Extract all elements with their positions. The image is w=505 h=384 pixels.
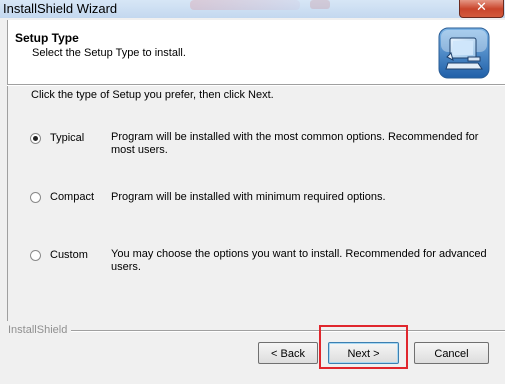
window-title: InstallShield Wizard [3,1,118,16]
option-description: Program will be installed with the most … [111,131,479,156]
page-subtitle: Select the Setup Type to install. [32,47,186,59]
footer-divider [70,330,505,332]
radio-compact[interactable] [30,192,41,203]
content-border [7,86,8,321]
close-icon: ✕ [476,0,487,14]
title-bar: InstallShield Wizard ✕ [0,0,505,18]
option-description: You may choose the options you want to i… [111,248,487,273]
option-label: Typical [50,132,85,144]
installer-window: InstallShield Wizard ✕ Setup Type Select… [0,0,505,384]
option-label: Custom [50,249,88,261]
header-divider [7,84,505,86]
option-description: Program will be installed with minimum r… [111,191,386,203]
option-label: Compact [50,191,95,203]
page-title: Setup Type [15,31,79,45]
next-button-highlight [319,325,408,369]
back-button[interactable]: < Back [258,342,318,364]
cancel-button[interactable]: Cancel [414,342,489,364]
blurred-area [190,0,300,10]
radio-typical[interactable] [30,133,41,144]
brand-label: InstallShield [8,324,72,336]
computer-setup-icon [438,27,490,79]
radio-custom[interactable] [30,250,41,261]
close-button[interactable]: ✕ [459,0,504,18]
setup-prompt: Click the type of Setup you prefer, then… [31,89,274,101]
blurred-area [310,0,330,9]
brand-separator: InstallShield [0,324,505,338]
wizard-header: Setup Type Select the Setup Type to inst… [7,20,505,84]
